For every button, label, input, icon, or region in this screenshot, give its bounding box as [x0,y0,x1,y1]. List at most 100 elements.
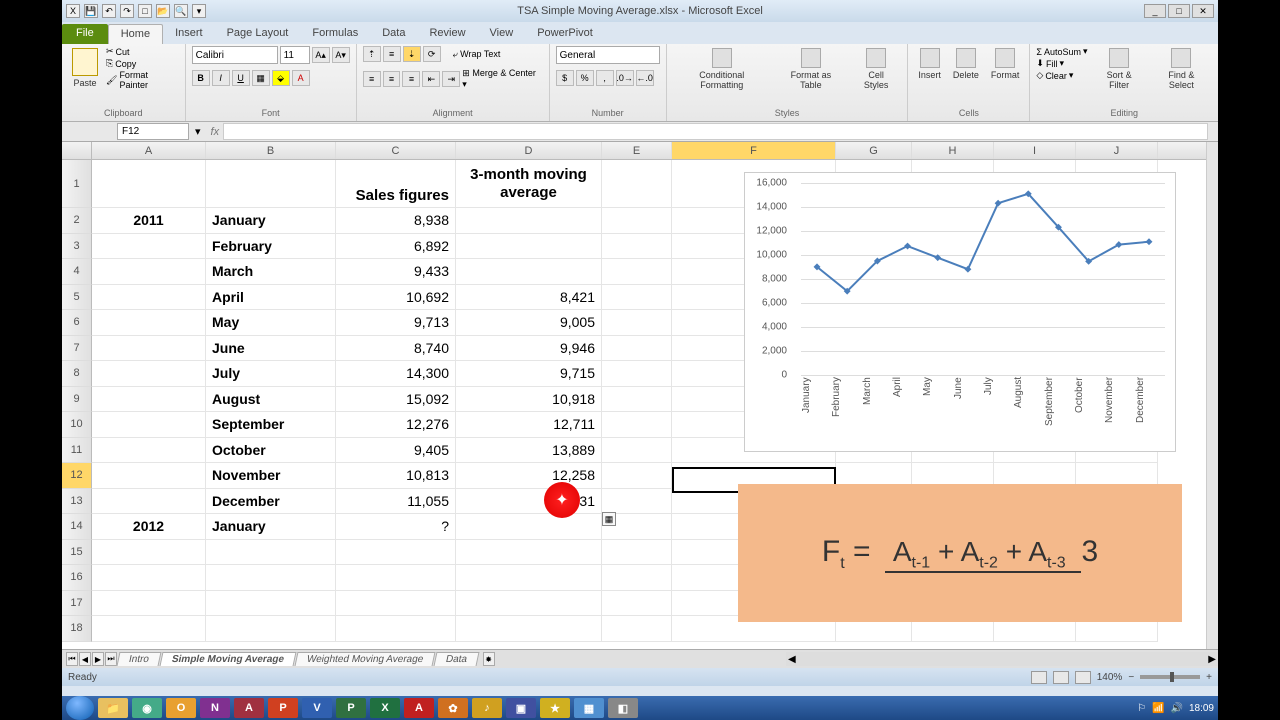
cell[interactable]: 6,892 [336,234,456,260]
open-icon[interactable]: 📂 [156,4,170,18]
cell[interactable] [456,565,602,591]
cell[interactable] [92,310,206,336]
cell[interactable] [92,259,206,285]
close-button[interactable]: ✕ [1192,4,1214,18]
cell[interactable]: October [206,438,336,464]
percent-icon[interactable]: % [576,70,594,86]
fill-color-button[interactable]: ⬙ [272,70,290,86]
cell[interactable] [92,438,206,464]
windows-taskbar[interactable]: 📁 ◉ O N A P V P X A ✿ ♪ ▣ ★ ▦ ◧ ⚐ 📶 🔊 18… [62,696,1218,720]
cell[interactable] [206,616,336,642]
cell[interactable] [92,412,206,438]
cell[interactable] [456,259,602,285]
cell[interactable] [92,387,206,413]
row-header[interactable]: 17 [62,591,92,617]
shrink-font-icon[interactable]: A▾ [332,47,350,63]
col-header-d[interactable]: D [456,142,602,159]
cell[interactable]: 9,005 [456,310,602,336]
task-misc4[interactable]: ★ [540,698,570,718]
tab-view[interactable]: View [478,24,526,44]
cell[interactable] [336,540,456,566]
horizontal-scrollbar[interactable]: ◀▶ [786,652,1218,666]
format-painter-button[interactable]: 🖌 Format Painter [106,70,179,90]
task-project[interactable]: P [336,698,366,718]
insert-cells-button[interactable]: Insert [914,46,945,82]
cell[interactable] [336,565,456,591]
row-header[interactable]: 9 [62,387,92,413]
col-header-g[interactable]: G [836,142,912,159]
format-as-table-button[interactable]: Format as Table [775,46,847,92]
row-header[interactable]: 2 [62,208,92,234]
row-header[interactable]: 10 [62,412,92,438]
redo-icon[interactable]: ↷ [120,4,134,18]
cell[interactable] [456,540,602,566]
task-chrome[interactable]: ◉ [132,698,162,718]
cell[interactable] [92,285,206,311]
sheet-tab-sma[interactable]: Simple Moving Average [160,652,297,666]
row-header[interactable]: 4 [62,259,92,285]
find-select-button[interactable]: Find & Select [1151,46,1212,92]
clear-button[interactable]: ◇ Clear ▾ [1036,70,1087,81]
cell[interactable]: July [206,361,336,387]
row-header[interactable]: 14 [62,514,92,540]
sheet-nav-first[interactable]: ⏮ [66,652,78,666]
select-all-corner[interactable] [62,142,92,159]
delete-cells-button[interactable]: Delete [949,46,983,82]
sheet-nav-next[interactable]: ▶ [92,652,104,666]
task-onenote[interactable]: N [200,698,230,718]
new-icon[interactable]: □ [138,4,152,18]
cell[interactable]: 8,938 [336,208,456,234]
tab-pagelayout[interactable]: Page Layout [215,24,301,44]
copy-button[interactable]: ⎘ Copy [106,58,179,69]
merge-center-button[interactable]: ⊞ Merge & Center ▾ [462,68,542,90]
cell-header-ma[interactable]: 3-month movingaverage [456,160,602,208]
cell-header-sales[interactable]: Sales figures [336,160,456,208]
cell[interactable] [456,208,602,234]
wrap-text-button[interactable]: ⤶ Wrap Text [453,49,501,60]
task-misc6[interactable]: ◧ [608,698,638,718]
align-right-icon[interactable]: ≡ [402,71,420,87]
fx-icon[interactable]: fx [211,126,220,138]
cell[interactable] [206,565,336,591]
fill-button[interactable]: ⬇ Fill ▾ [1036,58,1087,69]
row-header[interactable]: 6 [62,310,92,336]
row-header[interactable]: 7 [62,336,92,362]
minimize-button[interactable]: _ [1144,4,1166,18]
cell[interactable]: January [206,208,336,234]
cell[interactable]: 14,300 [336,361,456,387]
sort-filter-button[interactable]: Sort & Filter [1092,46,1147,92]
tray-flag-icon[interactable]: ⚐ [1137,703,1146,714]
cell[interactable] [206,160,336,208]
cell[interactable] [92,234,206,260]
format-cells-button[interactable]: Format [987,46,1024,82]
cell[interactable]: 8,740 [336,336,456,362]
sheet-tab-wma[interactable]: Weighted Moving Average [295,652,436,666]
vertical-scrollbar[interactable] [1206,142,1218,649]
file-tab[interactable]: File [62,24,108,44]
cell[interactable]: March [206,259,336,285]
sheet-tab-intro[interactable]: Intro [117,652,162,666]
save-icon[interactable]: 💾 [84,4,98,18]
tray-clock[interactable]: 18:09 [1189,703,1214,714]
align-middle-icon[interactable]: ≡ [383,46,401,62]
tray-volume-icon[interactable]: 🔊 [1171,703,1183,714]
tab-insert[interactable]: Insert [163,24,215,44]
align-top-icon[interactable]: ⇡ [363,46,381,62]
cell[interactable] [206,540,336,566]
cell[interactable]: December [206,489,336,515]
cell[interactable]: 9,433 [336,259,456,285]
inc-decimal-icon[interactable]: .0→ [616,70,634,86]
cell[interactable] [92,336,206,362]
cell[interactable] [92,489,206,515]
cell[interactable]: 15,092 [336,387,456,413]
autofill-options-icon[interactable]: ▦ [602,512,616,526]
task-misc5[interactable]: ▦ [574,698,604,718]
task-excel[interactable]: X [370,698,400,718]
zoom-slider[interactable] [1140,675,1200,679]
comma-icon[interactable]: , [596,70,614,86]
grow-font-icon[interactable]: A▴ [312,47,330,63]
row-header[interactable]: 12 [62,463,92,489]
row-header[interactable]: 3 [62,234,92,260]
cell[interactable] [92,565,206,591]
col-header-e[interactable]: E [602,142,672,159]
